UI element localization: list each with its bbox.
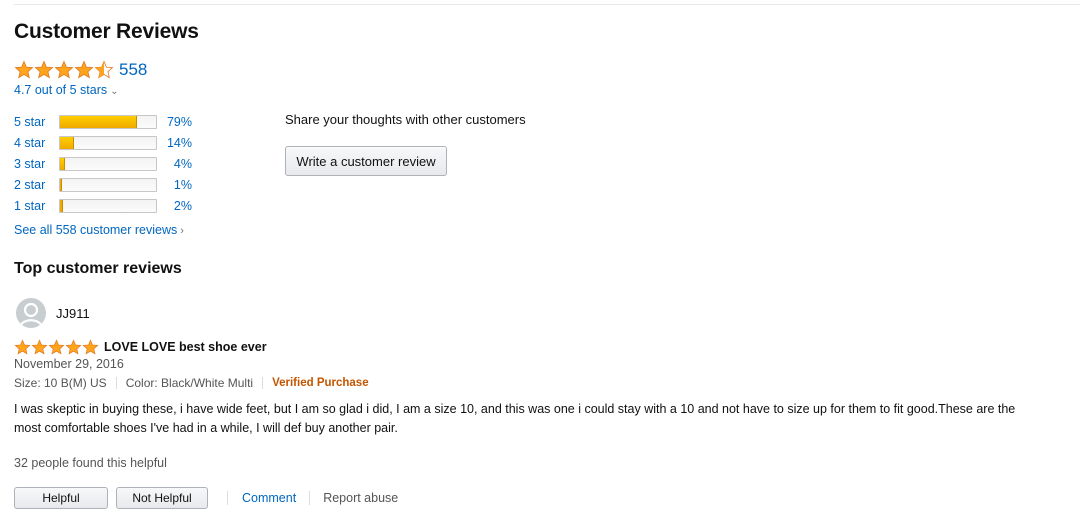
page-title: Customer Reviews [14,20,199,43]
verified-purchase-badge: Verified Purchase [272,377,369,389]
histogram-star-label[interactable]: 4 star [14,136,59,150]
divider [262,377,264,389]
see-all-reviews-label: See all 558 customer reviews [14,223,178,237]
histogram-percent[interactable]: 1% [157,178,192,192]
review-size: Size: 10 B(M) US [14,376,107,390]
histogram-star-label[interactable]: 3 star [14,157,59,171]
histogram-star-label[interactable]: 5 star [14,115,59,129]
see-all-reviews-link[interactable]: See all 558 customer reviews › [14,223,184,237]
star-icon [14,339,31,355]
review-rating: LOVE LOVE best shoe ever [14,339,267,355]
histogram-bar-fill [60,115,137,128]
review-color: Color: Black/White Multi [125,376,254,390]
helpful-button[interactable]: Helpful [14,487,108,509]
rating-count-link[interactable]: 558 [119,60,147,79]
top-reviews-heading: Top customer reviews [14,260,182,277]
histogram-star-label[interactable]: 2 star [14,178,59,192]
top-divider [14,4,1080,5]
histogram-row[interactable]: 4 star 14% [14,132,192,153]
rating-out-of-text: 4.7 out of 5 stars [14,83,108,97]
star-icon [94,60,114,79]
divider [309,491,311,505]
histogram-percent[interactable]: 14% [157,136,192,150]
review-meta: Size: 10 B(M) US Color: Black/White Mult… [14,376,369,390]
star-icon [65,339,82,355]
report-abuse-link[interactable]: Report abuse [323,491,398,505]
helpful-count: 32 people found this helpful [14,456,167,470]
avatar[interactable] [16,298,46,328]
star-icon [48,339,65,355]
histogram-row[interactable]: 2 star 1% [14,174,192,195]
histogram-bar-fill [60,136,75,149]
review-date: November 29, 2016 [14,357,124,371]
histogram-row[interactable]: 1 star 2% [14,195,192,216]
rating-histogram: 5 star 79% 4 star 14% 3 star 4% 2 star 1% 1 star… [14,111,192,216]
overall-rating[interactable]: 558 [14,60,147,79]
histogram-bar-fill [60,199,63,212]
histogram-bar[interactable] [59,114,157,129]
histogram-percent[interactable]: 79% [157,115,192,129]
histogram-percent[interactable]: 2% [157,199,192,213]
histogram-bar-fill [60,157,65,170]
star-icon [14,60,34,79]
histogram-bar[interactable] [59,156,157,171]
histogram-percent[interactable]: 4% [157,157,192,171]
star-icon [82,339,99,355]
review-body: I was skeptic in buying these, i have wi… [14,402,1016,435]
comment-link[interactable]: Comment [242,491,296,505]
chevron-right-icon: › [180,225,184,237]
divider [227,491,228,505]
overall-stars [14,60,114,79]
share-prompt: Share your thoughts with other customers [285,112,526,127]
review-title[interactable]: LOVE LOVE best shoe ever [104,340,267,354]
star-icon [34,60,54,79]
histogram-row[interactable]: 5 star 79% [14,111,192,132]
not-helpful-button[interactable]: Not Helpful [116,487,208,509]
user-icon [18,302,44,328]
star-icon [74,60,94,79]
histogram-row[interactable]: 3 star 4% [14,153,192,174]
divider [115,377,117,389]
write-review-button[interactable]: Write a customer review [285,146,447,176]
rating-out-of-link[interactable]: 4.7 out of 5 stars ⌄ [14,83,119,97]
reviewer-name[interactable]: JJ911 [56,306,90,321]
histogram-bar-fill [60,178,63,191]
histogram-bar[interactable] [59,177,157,192]
chevron-down-icon: ⌄ [110,86,119,97]
review-actions: Helpful Not Helpful Comment Report abuse [14,487,398,509]
star-icon [54,60,74,79]
histogram-bar[interactable] [59,198,157,213]
review-stars [14,339,99,355]
star-icon [31,339,48,355]
histogram-star-label[interactable]: 1 star [14,199,59,213]
histogram-bar[interactable] [59,135,157,150]
